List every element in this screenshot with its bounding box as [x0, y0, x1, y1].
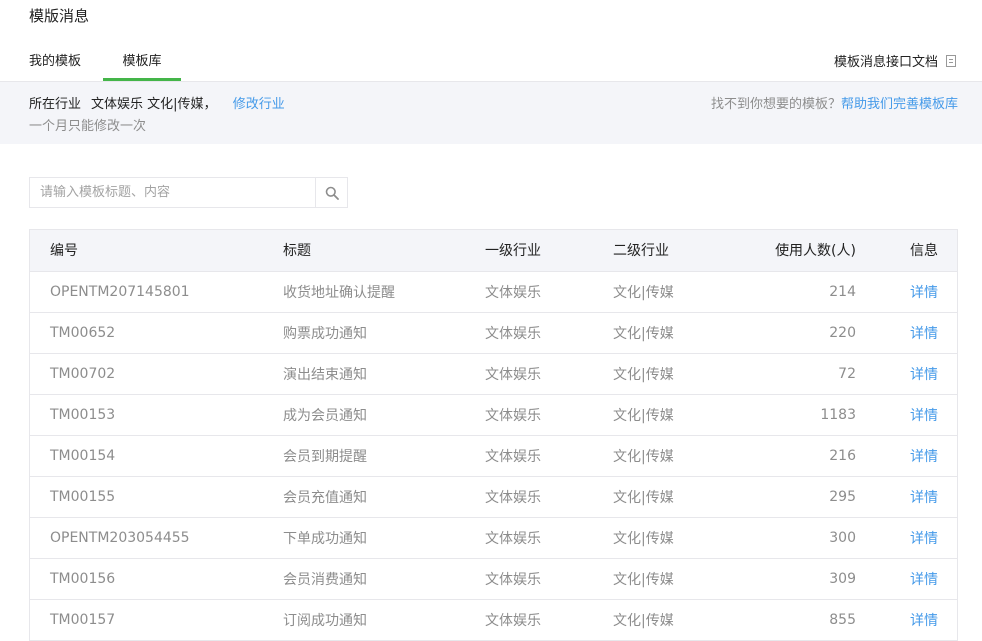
table-row: TM00153 成为会员通知 文体娱乐 文化|传媒 1183 详情 — [30, 394, 957, 435]
cell-title: 会员充值通知 — [283, 489, 367, 506]
cell-id: TM00156 — [50, 570, 116, 587]
table-row: OPENTM207145801 收货地址确认提醒 文体娱乐 文化|传媒 214 … — [30, 271, 957, 312]
cell-industry2: 文化|传媒 — [613, 489, 674, 506]
search-button[interactable] — [315, 178, 347, 207]
cell-title: 下单成功通知 — [283, 530, 367, 547]
modify-industry-link[interactable]: 修改行业 — [233, 97, 285, 112]
header-id: 编号 — [50, 243, 78, 260]
header-industry2: 二级行业 — [613, 243, 669, 260]
table-row: OPENTM203054455 下单成功通知 文体娱乐 文化|传媒 300 详情 — [30, 517, 957, 558]
industry-note: 一个月只能修改一次 — [29, 119, 147, 134]
tab-my-templates[interactable]: 我的模板 — [29, 50, 81, 69]
header-industry1: 一级行业 — [485, 243, 541, 260]
industry-prefix: 所在行业 — [29, 97, 82, 112]
cell-industry1: 文体娱乐 — [485, 571, 541, 588]
header-title: 标题 — [283, 243, 311, 260]
cell-title: 会员到期提醒 — [283, 448, 367, 465]
cell-title: 收货地址确认提醒 — [283, 284, 395, 301]
detail-link[interactable]: 详情 — [910, 572, 938, 588]
detail-link[interactable]: 详情 — [910, 449, 938, 465]
cell-industry1: 文体娱乐 — [485, 407, 541, 424]
cell-id: TM00155 — [50, 488, 116, 505]
cell-industry1: 文体娱乐 — [485, 530, 541, 547]
cell-title: 购票成功通知 — [283, 325, 367, 342]
cell-industry1: 文体娱乐 — [485, 284, 541, 301]
page-title: 模版消息 — [29, 7, 90, 25]
api-doc-label: 模板消息接口文档 — [833, 55, 938, 70]
cell-industry2: 文化|传媒 — [613, 284, 674, 301]
cell-id: TM00157 — [50, 611, 116, 628]
active-tab-indicator — [103, 78, 181, 81]
cell-count: 220 — [829, 324, 856, 341]
cell-industry2: 文化|传媒 — [613, 448, 674, 465]
cell-industry2: 文化|传媒 — [613, 366, 674, 383]
cell-industry2: 文化|传媒 — [613, 407, 674, 424]
search-box — [29, 177, 348, 208]
detail-link[interactable]: 详情 — [910, 531, 938, 547]
cell-id: OPENTM203054455 — [50, 529, 190, 546]
detail-link[interactable]: 详情 — [910, 490, 938, 506]
tab-bar: 我的模板 模板库 模板消息接口文档 — [0, 40, 982, 82]
industry-separator: ， — [203, 97, 217, 112]
template-table: 编号 标题 一级行业 二级行业 使用人数(人) 信息 OPENTM2071458… — [29, 229, 958, 641]
cell-id: TM00702 — [50, 365, 116, 382]
table-row: TM00702 演出结束通知 文体娱乐 文化|传媒 72 详情 — [30, 353, 957, 394]
table-row: TM00652 购票成功通知 文体娱乐 文化|传媒 220 详情 — [30, 312, 957, 353]
search-input[interactable] — [30, 178, 315, 207]
table-row: TM00156 会员消费通知 文体娱乐 文化|传媒 309 详情 — [30, 558, 957, 599]
detail-link[interactable]: 详情 — [910, 408, 938, 424]
cell-industry1: 文体娱乐 — [485, 366, 541, 383]
cell-count: 855 — [829, 611, 856, 628]
detail-link[interactable]: 详情 — [910, 613, 938, 629]
cell-id: OPENTM207145801 — [50, 283, 190, 300]
cell-title: 演出结束通知 — [283, 366, 367, 383]
cell-industry2: 文化|传媒 — [613, 571, 674, 588]
search-icon — [325, 186, 339, 200]
detail-link[interactable]: 详情 — [910, 367, 938, 383]
tab-template-library[interactable]: 模板库 — [103, 50, 181, 69]
cell-count: 309 — [829, 570, 856, 587]
cell-count: 295 — [829, 488, 856, 505]
detail-link[interactable]: 详情 — [910, 326, 938, 342]
cell-industry2: 文化|传媒 — [613, 612, 674, 629]
header-info: 信息 — [910, 243, 938, 260]
cell-industry1: 文体娱乐 — [485, 325, 541, 342]
cell-count: 1183 — [820, 406, 856, 423]
cell-count: 216 — [829, 447, 856, 464]
cell-title: 订阅成功通知 — [283, 612, 367, 629]
help-prefix: 找不到你想要的模板？ — [710, 97, 841, 112]
cell-id: TM00154 — [50, 447, 116, 464]
cell-id: TM00652 — [50, 324, 116, 341]
cell-count: 300 — [829, 529, 856, 546]
cell-count: 72 — [838, 365, 856, 382]
table-row: TM00155 会员充值通知 文体娱乐 文化|传媒 295 详情 — [30, 476, 957, 517]
cell-industry1: 文体娱乐 — [485, 489, 541, 506]
cell-id: TM00153 — [50, 406, 116, 423]
cell-title: 会员消费通知 — [283, 571, 367, 588]
detail-link[interactable]: 详情 — [910, 285, 938, 301]
cell-industry2: 文化|传媒 — [613, 325, 674, 342]
help-line: 找不到你想要的模板？帮助我们完善模板库 — [711, 93, 958, 112]
cell-industry2: 文化|传媒 — [613, 530, 674, 547]
help-improve-link[interactable]: 帮助我们完善模板库 — [841, 97, 958, 112]
industry-primary: 文体娱乐 — [91, 97, 144, 112]
industry-line: 所在行业 文体娱乐 文化|传媒， 修改行业 — [29, 93, 285, 112]
industry-panel: 所在行业 文体娱乐 文化|传媒， 修改行业 一个月只能修改一次 找不到你想要的模板… — [0, 82, 982, 144]
table-row: TM00154 会员到期提醒 文体娱乐 文化|传媒 216 详情 — [30, 435, 957, 476]
table-row: TM00157 订阅成功通知 文体娱乐 文化|传媒 855 详情 — [30, 599, 957, 640]
cell-title: 成为会员通知 — [283, 407, 367, 424]
cell-industry1: 文体娱乐 — [485, 612, 541, 629]
table-header-row: 编号 标题 一级行业 二级行业 使用人数(人) 信息 — [30, 230, 957, 271]
document-icon — [946, 54, 956, 67]
cell-industry1: 文体娱乐 — [485, 448, 541, 465]
header-count: 使用人数(人) — [775, 243, 856, 260]
api-doc-link[interactable]: 模板消息接口文档 — [834, 51, 956, 70]
cell-count: 214 — [829, 283, 856, 300]
industry-secondary: 文化|传媒 — [147, 97, 204, 112]
